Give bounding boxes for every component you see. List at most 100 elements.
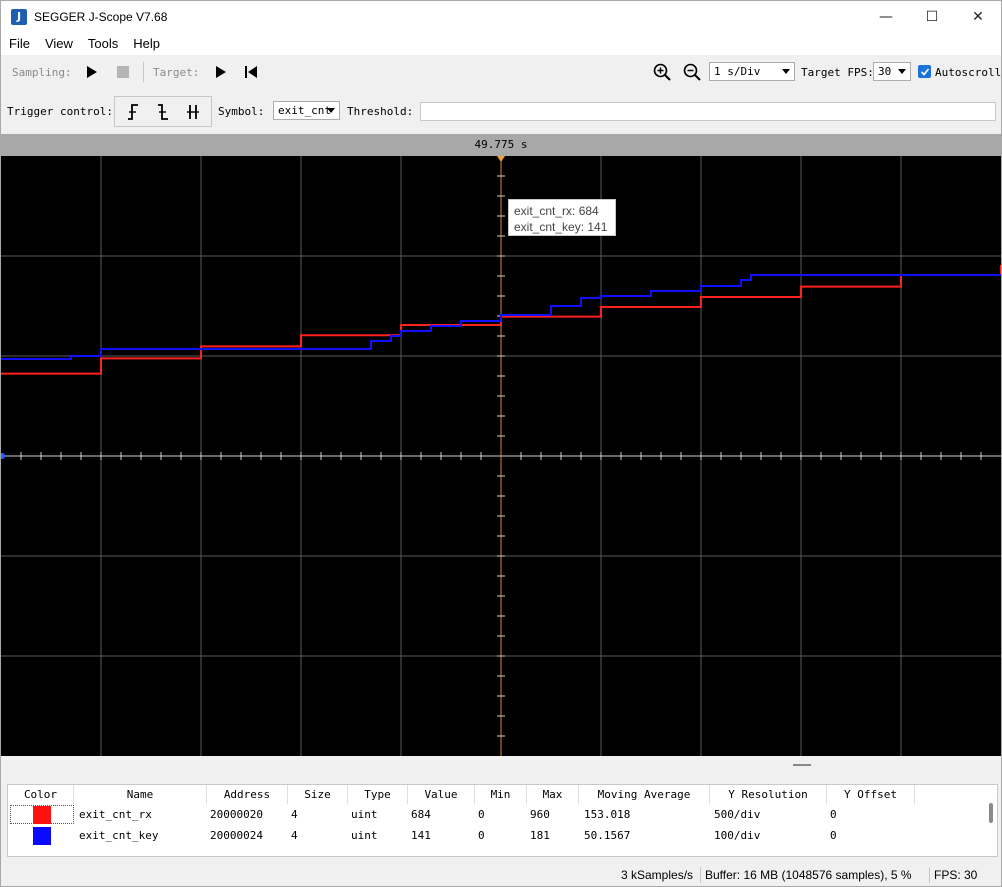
trigger-rising-button[interactable]	[121, 100, 145, 124]
buffer-status: Buffer: 16 MB (1048576 samples), 5 %	[705, 868, 912, 882]
cell-value: 141	[411, 829, 431, 842]
zero-marker	[1, 453, 5, 459]
stop-sampling-button[interactable]	[115, 64, 131, 80]
col-header-moving-average[interactable]: Moving Average	[579, 785, 710, 804]
table-scrollbar[interactable]	[989, 803, 993, 823]
checkmark-icon	[920, 67, 929, 76]
trigger-falling-button[interactable]	[151, 100, 175, 124]
cell-size: 4	[291, 808, 298, 821]
target-fps-value: 30	[878, 65, 892, 78]
autoscroll-checkbox[interactable]	[918, 65, 931, 78]
color-swatch[interactable]	[33, 826, 51, 845]
tooltip-rx-value: exit_cnt_rx: 684	[514, 204, 599, 218]
chevron-down-icon	[327, 108, 335, 113]
cell-moving-average: 50.1567	[584, 829, 631, 842]
cell-y-offset[interactable]: 0	[830, 825, 837, 846]
target-reset-button[interactable]	[243, 64, 259, 80]
col-header-max[interactable]: Max	[527, 785, 579, 804]
symbol-select[interactable]: exit_cnt	[273, 101, 340, 120]
jscope-app-icon: J	[11, 8, 27, 25]
cursor-time-label: 49.775 s	[474, 138, 528, 151]
maximize-button[interactable]: ☐	[909, 1, 955, 32]
title-bar: J SEGGER J-Scope V7.68 — ☐ ✕	[1, 1, 1001, 32]
cell-type: uint	[351, 808, 378, 821]
table-header: Color Name Address Size Type Value Min M…	[8, 785, 983, 804]
trigger-button-group	[114, 96, 212, 127]
cell-y-resolution[interactable]: 100/div	[714, 825, 760, 846]
trigger-both-icon	[187, 105, 199, 119]
table-row[interactable]: exit_cnt_rx 20000020 4 uint 684 0 960 15…	[8, 804, 983, 825]
scope-chart	[1, 156, 1001, 756]
col-header-min[interactable]: Min	[475, 785, 527, 804]
target-run-button[interactable]	[213, 64, 229, 80]
cell-y-resolution[interactable]: 500/div	[714, 804, 760, 825]
cell-max: 960	[530, 808, 550, 821]
col-header-address[interactable]: Address	[207, 785, 288, 804]
chevron-down-icon	[898, 69, 906, 74]
scope-plot[interactable]: exit_cnt_rx: 684 exit_cnt_key: 141	[1, 156, 1001, 756]
target-fps-select[interactable]: 30	[873, 62, 911, 81]
cursor-tooltip: exit_cnt_rx: 684 exit_cnt_key: 141	[508, 199, 616, 236]
reset-icon	[245, 66, 257, 78]
channel-table: Color Name Address Size Type Value Min M…	[7, 784, 998, 857]
symbol-label: Symbol:	[218, 105, 265, 118]
color-cell[interactable]	[10, 805, 74, 824]
target-fps-label: Target FPS:	[801, 66, 874, 79]
cell-min: 0	[478, 808, 485, 821]
col-header-size[interactable]: Size	[288, 785, 348, 804]
fps-status: FPS: 30	[934, 868, 978, 882]
cell-size: 4	[291, 829, 298, 842]
sampling-label: Sampling:	[12, 66, 72, 79]
status-divider	[700, 867, 701, 883]
close-button[interactable]: ✕	[955, 1, 1001, 32]
time-axis-bar[interactable]: 49.775 s	[1, 134, 1001, 156]
col-header-y-resolution[interactable]: Y Resolution	[710, 785, 827, 804]
cell-address: 20000024	[210, 829, 263, 842]
color-swatch[interactable]	[33, 805, 51, 824]
play-icon	[216, 66, 226, 78]
threshold-label: Threshold:	[347, 105, 414, 118]
cell-value: 684	[411, 808, 431, 821]
sample-rate-status: 3 kSamples/s	[621, 868, 694, 882]
table-row[interactable]: exit_cnt_key 20000024 4 uint 141 0 181 5…	[8, 825, 983, 846]
menu-file[interactable]: File	[1, 36, 37, 51]
cell-address: 20000020	[210, 808, 263, 821]
time-per-div-select[interactable]: 1 s/Div	[709, 62, 795, 81]
menu-bar: File View Tools Help	[1, 32, 1001, 55]
trigger-toolbar: Trigger control: Symbol: exit_cnt Thresh…	[1, 93, 1001, 129]
col-header-y-offset[interactable]: Y Offset	[827, 785, 915, 804]
zoom-out-icon	[683, 63, 701, 81]
col-header-color[interactable]: Color	[8, 785, 74, 804]
menu-help[interactable]: Help	[125, 36, 167, 51]
col-header-type[interactable]: Type	[348, 785, 408, 804]
status-bar: 3 kSamples/s Buffer: 16 MB (1048576 samp…	[1, 864, 1001, 886]
color-cell[interactable]	[10, 826, 74, 845]
col-header-name[interactable]: Name	[74, 785, 207, 804]
cell-y-offset[interactable]: 0	[830, 804, 837, 825]
autoscroll-label: Autoscroll	[935, 66, 1002, 79]
cell-name: exit_cnt_rx	[79, 808, 152, 821]
window-title: SEGGER J-Scope V7.68	[34, 9, 168, 24]
main-toolbar: Sampling: Target: 1 s/Div Target FPS: 30	[1, 57, 1001, 87]
cursor-marker	[497, 156, 505, 162]
cell-name: exit_cnt_key	[79, 829, 159, 842]
zoom-out-button[interactable]	[683, 63, 701, 81]
stop-icon	[117, 66, 129, 78]
menu-view[interactable]: View	[37, 36, 80, 51]
zoom-in-button[interactable]	[653, 63, 671, 81]
time-per-div-value: 1 s/Div	[714, 65, 761, 78]
cell-type: uint	[351, 829, 378, 842]
cell-max: 181	[530, 829, 550, 842]
trigger-control-label: Trigger control:	[7, 105, 113, 118]
col-header-value[interactable]: Value	[408, 785, 475, 804]
trigger-both-button[interactable]	[181, 100, 205, 124]
trigger-rising-icon	[128, 104, 138, 120]
window-controls: — ☐ ✕	[863, 1, 1001, 32]
trigger-falling-icon	[158, 104, 168, 120]
splitter-handle[interactable]	[793, 764, 811, 766]
chevron-down-icon	[782, 69, 790, 74]
minimize-button[interactable]: —	[863, 1, 909, 32]
threshold-input[interactable]	[420, 102, 996, 121]
start-sampling-button[interactable]	[84, 64, 100, 80]
menu-tools[interactable]: Tools	[80, 36, 125, 51]
